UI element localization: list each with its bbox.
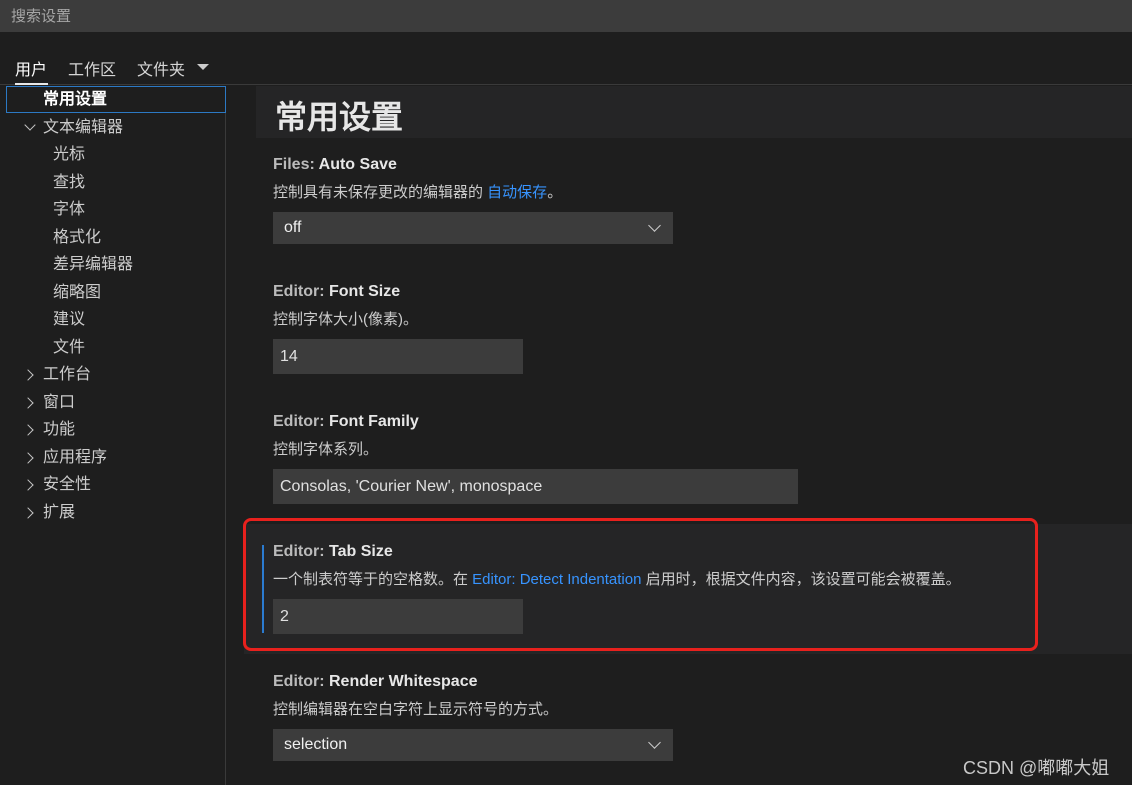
toc-item-label: 功能 [43,421,76,438]
toc-item-files[interactable]: 文件 [0,334,226,361]
setting-title: Editor: Font Family [273,413,1132,435]
toc-item-text-editor[interactable]: 文本编辑器 [0,114,226,141]
setting-category: Editor: [273,673,329,690]
toc-item-label: 文本编辑器 [43,119,124,136]
chevron-right-icon [22,452,34,464]
toc-item-application[interactable]: 应用程序 [0,444,226,471]
setting-category: Editor: [273,283,329,300]
setting-description: 控制编辑器在空白字符上显示符号的方式。 [273,701,559,718]
toc-item-label: 常用设置 [43,91,108,108]
chevron-right-icon [22,507,34,519]
search-settings-input[interactable] [0,0,1132,32]
setting-files-auto-save: Files: Auto Save 控制具有未保存更改的编辑器的 自动保存。 [273,156,1132,203]
setting-key: Render Whitespace [329,673,478,690]
setting-key: Tab Size [329,543,393,560]
auto-save-link[interactable]: 自动保存 [487,184,547,201]
toc-item-label: 光标 [53,146,86,163]
chevron-right-icon [22,479,34,491]
toc-item-label: 字体 [53,201,86,218]
toc-item-label: 扩展 [43,504,76,521]
toc-item-label: 窗口 [43,394,76,411]
auto-save-select[interactable]: off [273,212,673,244]
settings-editor: 用户 工作区 文件夹 常用设置 文本编辑器 光标 查找 字体 格式化 差异编辑器… [0,0,1132,785]
search-bar [0,0,1132,32]
setting-description-text: 启用时，根据文件内容，该设置可能会被覆盖。 [641,571,961,588]
setting-category: Editor: [273,543,329,560]
tab-size-input[interactable] [273,599,523,634]
setting-key: Font Family [329,413,419,430]
tab-folder[interactable]: 文件夹 [137,56,185,80]
folder-dropdown-caret-icon[interactable] [197,64,209,70]
setting-description: 控制字体大小(像素)。 [273,311,418,328]
toc-item-formatting[interactable]: 格式化 [0,224,226,251]
toc-item-label: 查找 [53,174,86,191]
toc-item-label: 差异编辑器 [53,256,134,273]
setting-title: Files: Auto Save [273,156,1132,178]
settings-toc-sidebar: 常用设置 文本编辑器 光标 查找 字体 格式化 差异编辑器 缩略图 建议 文件 [0,86,226,785]
setting-description: 控制字体系列。 [273,441,379,458]
toc-item-label: 安全性 [43,476,92,493]
chevron-right-icon [22,369,34,381]
auto-save-value: off [284,219,302,236]
font-family-input[interactable] [273,469,798,504]
toc-item-extensions[interactable]: 扩展 [0,499,226,526]
setting-editor-tab-size: Editor: Tab Size 一个制表符等于的空格数。在 Editor: D… [273,543,1132,590]
toc-item-label: 建议 [53,311,86,328]
chevron-right-icon [22,397,34,409]
active-tab-underline [15,83,48,85]
chevron-right-icon [22,424,34,436]
tab-user[interactable]: 用户 [15,56,47,80]
font-size-input[interactable] [273,339,523,374]
setting-description: 一个制表符等于的空格数。在 Editor: Detect Indentation… [273,568,1132,590]
toc-item-label: 文件 [53,339,86,356]
chevron-down-icon [648,736,661,749]
setting-description-text: 。 [547,184,563,201]
toc-item-minimap[interactable]: 缩略图 [0,279,226,306]
toc-item-label: 应用程序 [43,449,108,466]
setting-title: Editor: Render Whitespace [273,673,1132,695]
tab-workspace[interactable]: 工作区 [68,56,116,80]
setting-category: Editor: [273,413,329,430]
chevron-down-icon [24,119,36,131]
settings-list: 常用设置 Files: Auto Save 控制具有未保存更改的编辑器的 自动保… [227,86,1132,785]
settings-scope-tabs: 用户 工作区 文件夹 [0,32,1132,85]
setting-editor-font-family: Editor: Font Family 控制字体系列。 [273,413,1132,460]
setting-editor-render-whitespace: Editor: Render Whitespace 控制编辑器在空白字符上显示符… [273,673,1132,720]
watermark: CSDN @嘟嘟大姐 [963,758,1110,778]
setting-description-text: 一个制表符等于的空格数。在 [273,571,473,588]
section-title: 常用设置 [275,99,404,135]
toc-item-diff-editor[interactable]: 差异编辑器 [0,251,226,278]
section-header: 常用设置 [256,86,1132,138]
toc-item-window[interactable]: 窗口 [0,389,226,416]
toc-item-suggestions[interactable]: 建议 [0,306,226,333]
toc-item-workbench[interactable]: 工作台 [0,361,226,388]
render-whitespace-select[interactable]: selection [273,729,673,761]
setting-editor-font-size: Editor: Font Size 控制字体大小(像素)。 [273,283,1132,330]
toc-item-label: 格式化 [53,229,102,246]
chevron-down-icon [648,219,661,232]
setting-title: Editor: Tab Size [273,543,1132,565]
toc-item-label: 缩略图 [53,284,102,301]
detect-indentation-link[interactable]: Editor: Detect Indentation [472,571,641,588]
toc-item-common-settings[interactable]: 常用设置 [6,86,226,113]
toc-item-features[interactable]: 功能 [0,416,226,443]
setting-category: Files: [273,156,319,173]
toc-item-font[interactable]: 字体 [0,196,226,223]
setting-title: Editor: Font Size [273,283,1132,305]
toc-item-security[interactable]: 安全性 [0,471,226,498]
toc-item-label: 工作台 [43,366,92,383]
toc-item-find[interactable]: 查找 [0,169,226,196]
render-whitespace-value: selection [284,736,348,753]
setting-description-text: 控制具有未保存更改的编辑器的 [273,184,488,201]
setting-key: Auto Save [318,156,397,173]
toc-item-cursor[interactable]: 光标 [0,141,226,168]
focus-indicator-bar [262,545,264,633]
setting-key: Font Size [329,283,401,300]
setting-description: 控制具有未保存更改的编辑器的 自动保存。 [273,181,1132,203]
